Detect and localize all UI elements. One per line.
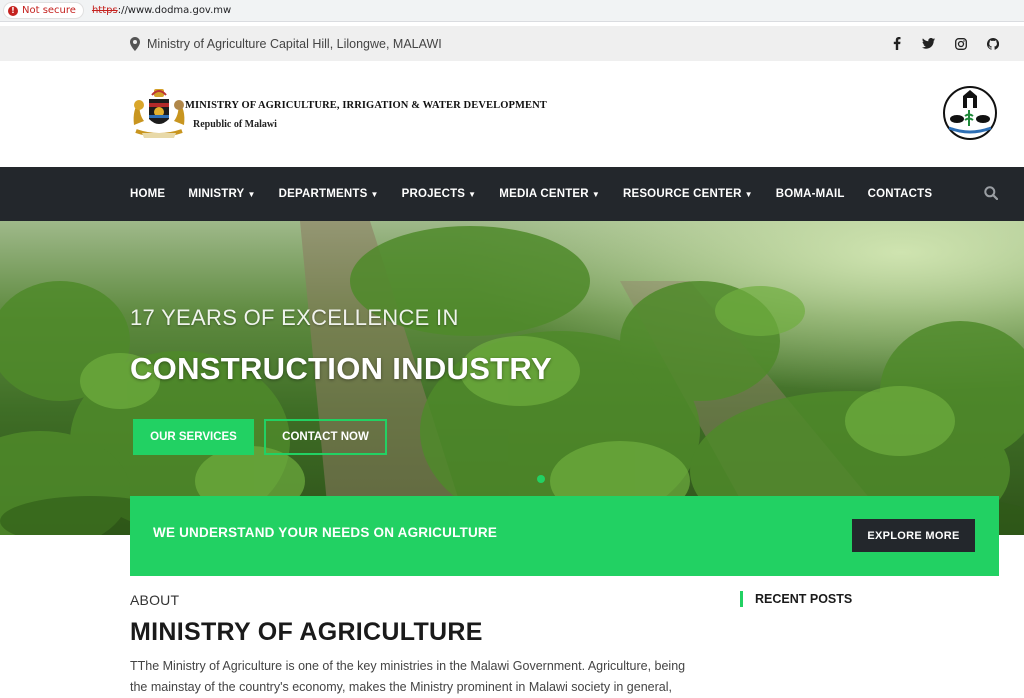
- nav-item-label: MINISTRY: [188, 188, 245, 200]
- slider-dot-active[interactable]: [537, 475, 545, 483]
- map-marker-icon: [130, 36, 140, 51]
- location-info: Ministry of Agriculture Capital Hill, Li…: [130, 26, 442, 61]
- nav-item-departments[interactable]: DEPARTMENTS ▼: [279, 188, 379, 200]
- about-body-text: TThe Ministry of Agriculture is one of t…: [130, 659, 686, 694]
- twitter-icon[interactable]: [921, 36, 936, 51]
- url-text[interactable]: https://www.dodma.gov.mw: [92, 5, 231, 16]
- site-header: MINISTRY OF AGRICULTURE, IRRIGATION & WA…: [0, 61, 1024, 167]
- recent-posts-heading: RECENT POSTS: [740, 591, 852, 607]
- contact-now-button[interactable]: CONTACT NOW: [264, 419, 387, 455]
- instagram-icon[interactable]: [953, 36, 968, 51]
- callout-text: WE UNDERSTAND YOUR NEEDS ON AGRICULTURE: [153, 525, 498, 540]
- ministry-name: MINISTRY OF AGRICULTURE, IRRIGATION & WA…: [185, 100, 547, 111]
- security-indicator[interactable]: ! Not secure: [3, 2, 84, 19]
- nav-item-label: DEPARTMENTS: [278, 188, 368, 200]
- nav-item-boma-mail[interactable]: BOMA-MAIL: [776, 188, 845, 200]
- github-icon[interactable]: [985, 36, 1000, 51]
- main-navigation: HOME MINISTRY ▼ DEPARTMENTS ▼ PROJECTS ▼ ME…: [0, 167, 1024, 221]
- nav-item-ministry[interactable]: MINISTRY ▼: [188, 188, 255, 200]
- nav-item-label: HOME: [130, 188, 166, 200]
- agriculture-callout-banner: WE UNDERSTAND YOUR NEEDS ON AGRICULTURE …: [130, 496, 999, 576]
- warning-icon: !: [8, 5, 18, 16]
- nav-item-label: CONTACTS: [867, 188, 933, 200]
- nav-item-contacts[interactable]: CONTACTS: [868, 188, 933, 200]
- hero-slider: 17 YEARS OF EXCELLENCE IN CONSTRUCTION I…: [0, 221, 1024, 535]
- about-title: MINISTRY OF AGRICULTURE: [130, 618, 483, 646]
- address-text: Ministry of Agriculture Capital Hill, Li…: [147, 36, 442, 51]
- department-emblem-logo[interactable]: [943, 86, 997, 140]
- chevron-down-icon: ▼: [370, 189, 379, 199]
- search-icon[interactable]: [984, 186, 998, 200]
- browser-address-bar[interactable]: ! Not secure https://www.dodma.gov.mw: [0, 0, 1024, 22]
- facebook-icon[interactable]: [889, 36, 904, 51]
- about-label: ABOUT: [130, 592, 180, 608]
- nav-item-home[interactable]: HOME: [130, 188, 165, 200]
- security-label: Not secure: [22, 5, 76, 16]
- our-services-button[interactable]: OUR SERVICES: [133, 419, 254, 455]
- nav-item-label: RESOURCE CENTER: [622, 188, 742, 200]
- url-host: ://www.dodma.gov.mw: [117, 5, 232, 16]
- nav-item-projects[interactable]: PROJECTS ▼: [402, 188, 477, 200]
- nav-item-label: MEDIA CENTER: [499, 188, 589, 200]
- chevron-down-icon: ▼: [468, 189, 477, 199]
- hero-title: CONSTRUCTION INDUSTRY: [130, 351, 552, 386]
- nav-item-media-center[interactable]: MEDIA CENTER ▼: [499, 188, 600, 200]
- coat-of-arms-logo[interactable]: [128, 85, 190, 141]
- nav-item-label: BOMA-MAIL: [775, 188, 845, 200]
- url-scheme: https: [91, 5, 118, 16]
- nav-item-label: PROJECTS: [401, 188, 466, 200]
- explore-more-button[interactable]: EXPLORE MORE: [852, 519, 975, 552]
- nav-menu: HOME MINISTRY ▼ DEPARTMENTS ▼ PROJECTS ▼ ME…: [130, 167, 955, 221]
- chevron-down-icon: ▼: [744, 189, 753, 199]
- republic-subtitle: Republic of Malawi: [193, 119, 277, 130]
- hero-subtitle: 17 YEARS OF EXCELLENCE IN: [130, 305, 459, 330]
- nav-item-resource-center[interactable]: RESOURCE CENTER ▼: [623, 188, 753, 200]
- social-links: [889, 26, 1000, 61]
- chevron-down-icon: ▼: [247, 189, 256, 199]
- top-info-bar: Ministry of Agriculture Capital Hill, Li…: [0, 26, 1024, 61]
- chevron-down-icon: ▼: [591, 189, 600, 199]
